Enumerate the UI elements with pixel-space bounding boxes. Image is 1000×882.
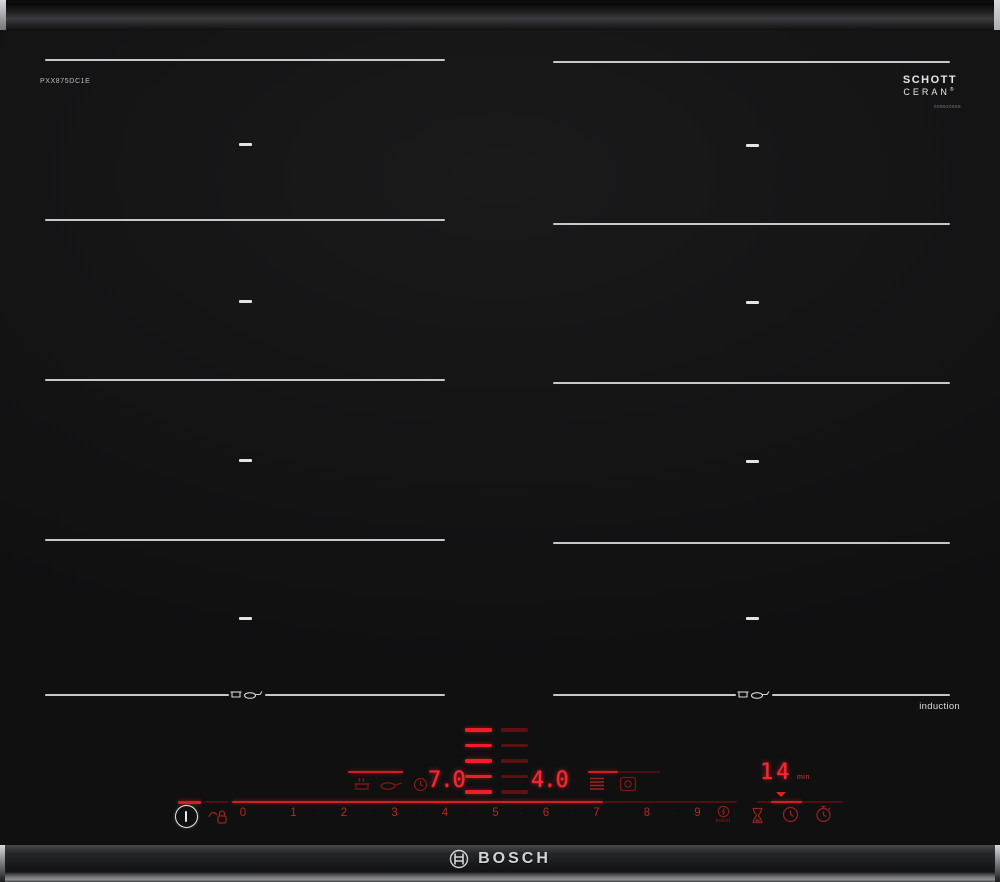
bosch-logo: BOSCH (0, 849, 1000, 869)
bosch-wordmark: BOSCH (478, 850, 551, 867)
induction-cooktop: PXX875DC1E SCHOTT CERAN® 009920959 induc… (0, 0, 1000, 882)
pan-position-mark (746, 617, 759, 620)
zone-line (553, 382, 950, 384)
zone-lines-icon[interactable] (589, 776, 605, 792)
function-indicator-line (348, 771, 403, 773)
zone-line (553, 223, 950, 225)
level-separator: · (317, 809, 321, 818)
flex-segment-bar (501, 790, 528, 794)
level-separator: · (670, 809, 674, 818)
level-7-button[interactable]: 7 (590, 807, 604, 819)
frying-pan-icon[interactable] (379, 777, 403, 791)
flex-segment-bar (501, 728, 528, 732)
timer-indicator-line-active (771, 800, 802, 803)
induction-label: induction (919, 701, 960, 712)
level-separator: · (367, 809, 371, 818)
zone-line (45, 694, 229, 696)
glass-code: 009920959 (933, 104, 961, 109)
level-slider-active[interactable] (232, 800, 603, 803)
left-zone-display[interactable]: 7.0 (428, 768, 466, 793)
flex-segment-bar (465, 774, 492, 778)
stopwatch-icon[interactable] (815, 805, 832, 823)
timer-value: 14 (760, 760, 793, 785)
level-separator: · (468, 809, 472, 818)
power-icon[interactable] (175, 805, 198, 828)
level-2-button[interactable]: 2 (337, 807, 351, 819)
clock-icon (413, 777, 428, 792)
pan-position-mark (239, 617, 252, 620)
child-lock-icon[interactable] (206, 807, 230, 825)
function-indicator-line (588, 771, 618, 773)
pan-position-mark (746, 144, 759, 147)
zone-line (45, 539, 445, 541)
pan-position-mark (746, 301, 759, 304)
level-separator: · (519, 809, 523, 818)
right-zone-display[interactable]: 4.0 (531, 768, 569, 793)
flex-segment-bar (501, 774, 528, 778)
ceramic-glass-surface (0, 30, 1000, 845)
flex-segment-bar (501, 759, 528, 763)
pan-zone-icon[interactable] (619, 776, 637, 792)
lock-indicator-line (204, 801, 229, 803)
zone-line (45, 379, 445, 381)
bosch-emblem-icon (449, 849, 469, 869)
timer-unit: min (796, 774, 810, 781)
zone-line (553, 542, 950, 544)
zone-line (45, 219, 445, 221)
pot-pan-icon (229, 686, 265, 700)
ceran-line: CERAN® (903, 87, 957, 97)
level-slider-remainder[interactable] (603, 801, 737, 803)
timer-display[interactable]: 14 min (760, 762, 810, 784)
left-zone-level: 7.0 (428, 768, 466, 793)
flex-segment-bar (465, 759, 492, 763)
model-label: PXX875DC1E (40, 78, 91, 85)
hourglass-icon[interactable] (750, 807, 765, 824)
level-separator: · (418, 809, 422, 818)
level-3-button[interactable]: 3 (388, 807, 402, 819)
level-1-button[interactable]: 1 (287, 807, 301, 819)
zone-line (45, 59, 445, 61)
flex-segment-bar (465, 743, 492, 747)
level-6-button[interactable]: 6 (539, 807, 553, 819)
pan-position-mark (239, 143, 252, 146)
zone-line (553, 694, 736, 696)
level-8-button[interactable]: 8 (640, 807, 654, 819)
level-9-button[interactable]: 9 (691, 807, 705, 819)
pan-position-mark (746, 460, 759, 463)
pan-position-mark (239, 459, 252, 462)
flex-segment-bar (465, 790, 492, 794)
zone-line (772, 694, 950, 696)
boost-label: boost (715, 818, 731, 824)
power-indicator-line (178, 801, 201, 804)
timer-clock-icon[interactable] (782, 806, 799, 823)
level-separator: · (569, 809, 573, 818)
zone-line (265, 694, 445, 696)
pot-steam-icon[interactable] (351, 775, 373, 791)
timer-marker-icon (776, 792, 786, 797)
zone-line (553, 61, 950, 63)
level-5-button[interactable]: 5 (489, 807, 503, 819)
level-4-button[interactable]: 4 (438, 807, 452, 819)
schott-line: SCHOTT (902, 74, 958, 86)
flex-segment-bar (465, 728, 492, 732)
top-trim (6, 3, 994, 30)
schott-ceran-logo: SCHOTT CERAN® 009920959 (899, 74, 961, 109)
flex-segment-bar (501, 743, 528, 747)
right-zone-level: 4.0 (531, 768, 569, 793)
function-indicator-line-dim (618, 771, 660, 773)
boost-icon[interactable] (717, 805, 730, 818)
level-separator: · (620, 809, 624, 818)
level-0-button[interactable]: 0 (236, 807, 250, 819)
pan-position-mark (239, 300, 252, 303)
pot-pan-icon (736, 686, 772, 700)
